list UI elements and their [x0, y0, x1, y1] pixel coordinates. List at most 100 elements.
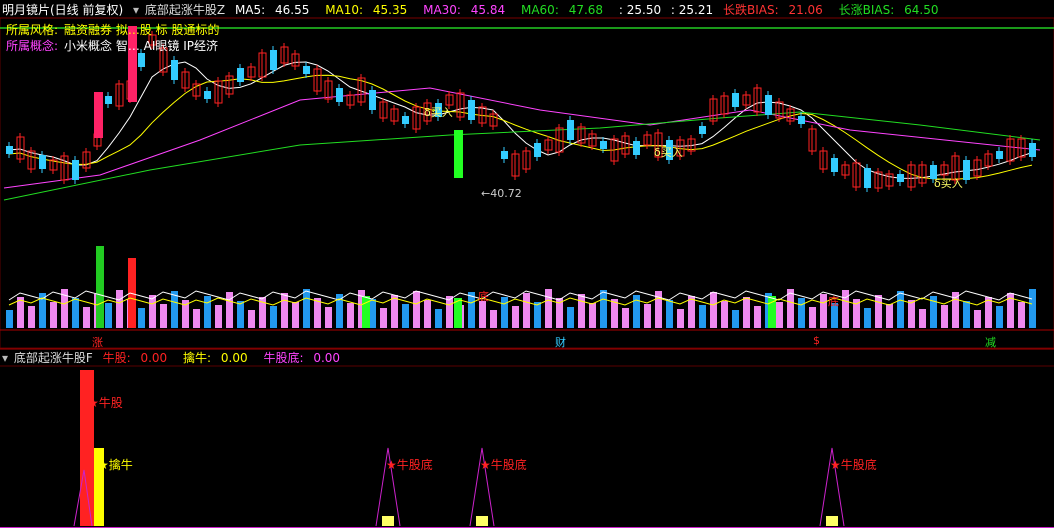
chart-header: 明月镜片(日线 前复权) ▾ 底部起涨牛股Z MA5: 46.55 MA10: … [2, 2, 950, 18]
buy-signal-3: δ买入 [934, 177, 963, 190]
sector-concept: 所属概念: 小米概念 智… AI眼镜 IP经济 [6, 38, 224, 54]
volume-bar [787, 289, 794, 328]
bias-long-label: 长跌BIAS: [722, 3, 779, 17]
volume-bar [270, 306, 277, 328]
candle-body [600, 141, 607, 149]
volume-bar [886, 304, 893, 328]
volume-bar [193, 309, 200, 328]
niugudi-value: 0.00 [313, 351, 341, 365]
volume-bar [732, 310, 739, 328]
volume-bar [677, 309, 684, 328]
di-tag-1: 底 [478, 290, 489, 303]
candle-body [501, 151, 508, 159]
volume-bar [28, 306, 35, 328]
volume-bar [644, 304, 651, 328]
ma5-value: 46.55 [275, 3, 310, 17]
candle-highlight [454, 130, 463, 178]
candle-body [303, 66, 310, 74]
volume-bar [589, 303, 596, 328]
indicator-header: ▾ 底部起涨牛股F 牛股: 0.00 擒牛: 0.00 牛股底: 0.00 [2, 350, 352, 366]
volume-bar [413, 291, 420, 328]
candle-body [270, 50, 277, 70]
volume-bar [578, 294, 585, 328]
ma10-line [8, 74, 1033, 180]
volume-bar [347, 303, 354, 328]
ma30-line [3, 87, 1041, 189]
candle-body [897, 174, 904, 182]
bias-long-value: 21.06 [788, 3, 823, 17]
volume-bar [138, 308, 145, 328]
volume-bar [523, 293, 530, 328]
volume-highlight [362, 296, 370, 328]
ma10-label: MA10: [325, 3, 364, 17]
candle-body [237, 68, 244, 82]
volume-bar [545, 289, 552, 328]
volume-bar [248, 310, 255, 328]
volume-bar [985, 297, 992, 328]
niugudi-signal-2: ★牛股底 [480, 458, 527, 472]
qiniu-signal: ★擒牛 [98, 458, 133, 472]
candle-body [963, 160, 970, 180]
niugudi-label: 牛股底: [263, 351, 304, 365]
candle-body [732, 93, 739, 107]
candle-body [699, 126, 706, 134]
candle-body [633, 141, 640, 155]
chart-canvas[interactable] [0, 0, 1054, 528]
stock-title: 明月镜片(日线 前复权) [2, 3, 124, 17]
qiniu-label: 擒牛: [183, 351, 212, 365]
volume-bar [666, 300, 673, 328]
volume-bar [171, 291, 178, 328]
volume-bar [534, 302, 541, 328]
volume-bar [325, 307, 332, 328]
volume-bar [369, 299, 376, 328]
niugudi-signal-1: ★牛股底 [386, 458, 433, 472]
moving-average-lines [3, 61, 1041, 201]
volume-bar [215, 305, 222, 328]
volume-bar [160, 304, 167, 328]
concept-value: 小米概念 智… AI眼镜 IP经济 [64, 39, 219, 53]
qiniu-value: 0.00 [220, 351, 248, 365]
candle-body [567, 120, 574, 140]
volume-bar [380, 308, 387, 328]
niugu-label: 牛股: [102, 351, 131, 365]
volume-bar [743, 297, 750, 328]
volume-bar [567, 307, 574, 328]
candle-body [138, 53, 145, 67]
candle-highlight [94, 92, 103, 138]
indicator-f-name[interactable]: 底部起涨牛股F [14, 351, 93, 365]
volume-bar [688, 296, 695, 328]
volume-bar [501, 297, 508, 328]
volume-bar [996, 306, 1003, 328]
volume-bar [105, 303, 112, 328]
volume-bar [1018, 302, 1025, 328]
chevron-down-icon[interactable]: ▾ [133, 3, 139, 17]
tag-s: $ [813, 334, 820, 347]
volume-bar [776, 302, 783, 328]
volume-bar [402, 304, 409, 328]
volume-series [6, 246, 1036, 328]
volume-bar [303, 289, 310, 328]
volume-bar [435, 309, 442, 328]
volume-bar [1029, 289, 1036, 328]
value-1: : 25.50 [618, 3, 662, 17]
volume-bar [72, 298, 79, 328]
volume-bar [17, 297, 24, 328]
volume-bar [6, 310, 13, 328]
buy-signal-2: δ买入 [654, 146, 683, 159]
volume-bar [721, 301, 728, 328]
candle-body [171, 60, 178, 80]
candle-body [369, 90, 376, 110]
candle-body [402, 116, 409, 124]
chevron-down-icon[interactable]: ▾ [2, 351, 8, 365]
candle-body [831, 158, 838, 172]
volume-bar [875, 295, 882, 328]
volume-bar [699, 305, 706, 328]
tag-cai: 财 [555, 336, 566, 349]
candle-body [468, 100, 475, 120]
indicator-name[interactable]: 底部起涨牛股Z [145, 3, 225, 17]
style-label: 所属风格: [6, 23, 59, 37]
volume-bar [512, 306, 519, 328]
volume-bar [908, 300, 915, 328]
bias-up-label: 长涨BIAS: [838, 3, 895, 17]
volume-bar [974, 310, 981, 328]
